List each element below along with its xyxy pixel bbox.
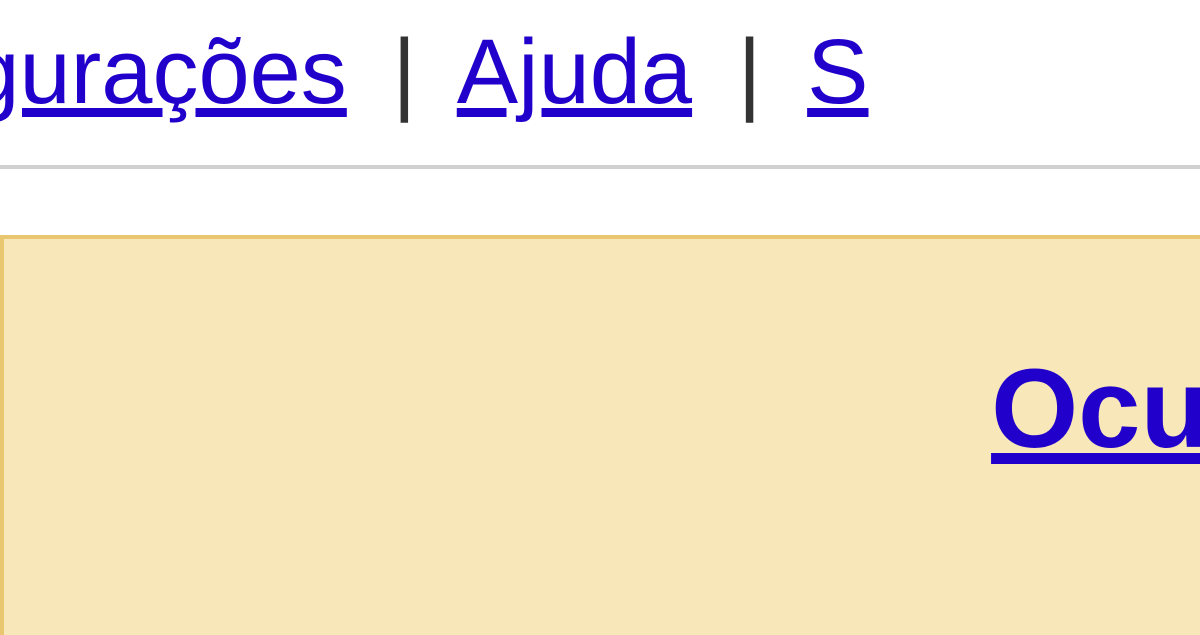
nav-link-sair[interactable]: S <box>807 21 868 123</box>
top-navigation-bar: onfigurações | Ajuda | S <box>0 0 1200 169</box>
notification-panel: Ocul <box>0 235 1200 635</box>
panel-link-ocultar[interactable]: Ocul <box>991 344 1200 473</box>
nav-separator: | <box>718 21 782 123</box>
nav-separator: | <box>372 21 436 123</box>
nav-link-configuracoes[interactable]: onfigurações <box>0 21 347 123</box>
nav-link-ajuda[interactable]: Ajuda <box>457 21 692 123</box>
